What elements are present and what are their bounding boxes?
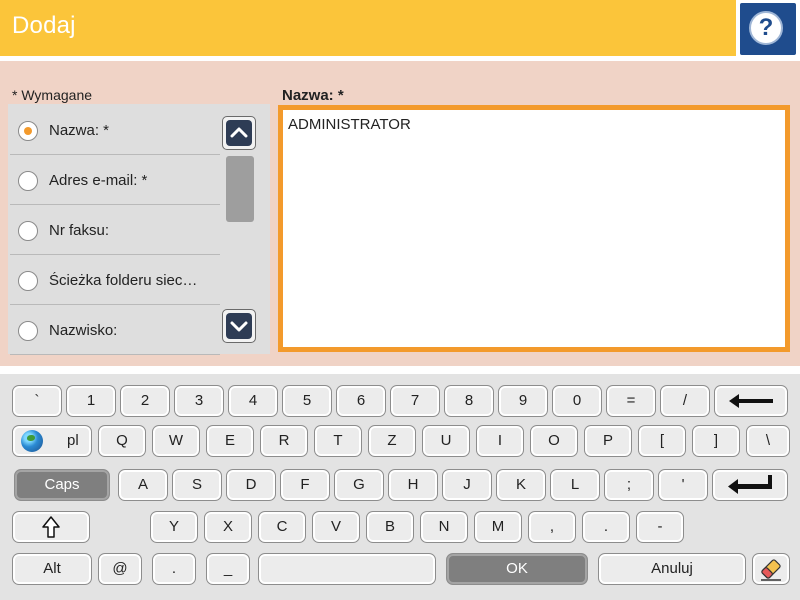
key-7[interactable]: 7 <box>390 385 440 417</box>
scroll-down-button[interactable] <box>222 309 256 343</box>
backspace-arrow-icon <box>729 394 773 408</box>
key-y[interactable]: Y <box>150 511 198 543</box>
scrollbar-thumb[interactable] <box>226 156 254 222</box>
key-dot[interactable]: . <box>152 553 196 585</box>
key-o[interactable]: O <box>530 425 578 457</box>
key-right-bracket[interactable]: ] <box>692 425 740 457</box>
key-3[interactable]: 3 <box>174 385 224 417</box>
key-u[interactable]: U <box>422 425 470 457</box>
key-p[interactable]: P <box>584 425 632 457</box>
key-v[interactable]: V <box>312 511 360 543</box>
key-9[interactable]: 9 <box>498 385 548 417</box>
key-minus[interactable]: - <box>636 511 684 543</box>
radio[interactable] <box>18 221 38 241</box>
enter-arrow-icon <box>728 475 772 494</box>
key-2[interactable]: 2 <box>120 385 170 417</box>
key-l[interactable]: L <box>550 469 600 501</box>
key-comma[interactable]: , <box>528 511 576 543</box>
field-item-label: Ścieżka folderu siec… <box>49 272 198 289</box>
key-4[interactable]: 4 <box>228 385 278 417</box>
required-note: * Wymagane <box>12 87 93 103</box>
eraser-icon <box>761 559 781 581</box>
key-5[interactable]: 5 <box>282 385 332 417</box>
field-item-folder-path[interactable]: Ścieżka folderu siec… <box>10 256 220 305</box>
key-period[interactable]: . <box>582 511 630 543</box>
key-apostrophe[interactable]: ' <box>658 469 708 501</box>
key-equals[interactable]: = <box>606 385 656 417</box>
radio[interactable] <box>18 321 38 341</box>
radio-selected[interactable] <box>18 121 38 141</box>
key-at[interactable]: @ <box>98 553 142 585</box>
field-item-surname[interactable]: Nazwisko: <box>10 306 220 355</box>
ok-button[interactable]: OK <box>446 553 588 585</box>
chevron-up-icon <box>230 127 248 138</box>
field-label: Nazwa: * <box>282 87 344 104</box>
key-b[interactable]: B <box>366 511 414 543</box>
key-semicolon[interactable]: ; <box>604 469 654 501</box>
caps-key[interactable]: Caps <box>14 469 110 501</box>
key-left-bracket[interactable]: [ <box>638 425 686 457</box>
key-m[interactable]: M <box>474 511 522 543</box>
field-item-email[interactable]: Adres e-mail: * <box>10 156 220 205</box>
key-j[interactable]: J <box>442 469 492 501</box>
language-label: pl <box>67 432 79 449</box>
key-e[interactable]: E <box>206 425 254 457</box>
key-a[interactable]: A <box>118 469 168 501</box>
key-6[interactable]: 6 <box>336 385 386 417</box>
field-item-label: Nazwisko: <box>49 322 118 339</box>
enter-key[interactable] <box>712 469 788 501</box>
key-0[interactable]: 0 <box>552 385 602 417</box>
key-w[interactable]: W <box>152 425 200 457</box>
key-g[interactable]: G <box>334 469 384 501</box>
key-q[interactable]: Q <box>98 425 146 457</box>
key-r[interactable]: R <box>260 425 308 457</box>
key-n[interactable]: N <box>420 511 468 543</box>
key-d[interactable]: D <box>226 469 276 501</box>
language-key[interactable]: pl <box>12 425 92 457</box>
help-button[interactable]: ? <box>740 3 796 55</box>
key-f[interactable]: F <box>280 469 330 501</box>
space-key[interactable] <box>258 553 436 585</box>
name-input-value: ADMINISTRATOR <box>288 116 411 133</box>
cancel-button[interactable]: Anuluj <box>598 553 746 585</box>
key-c[interactable]: C <box>258 511 306 543</box>
key-1[interactable]: 1 <box>66 385 116 417</box>
page-title: Dodaj <box>12 12 76 39</box>
scroll-up-button[interactable] <box>222 116 256 150</box>
name-input[interactable]: ADMINISTRATOR <box>278 105 790 352</box>
field-item-label: Adres e-mail: * <box>49 172 148 189</box>
key-s[interactable]: S <box>172 469 222 501</box>
key-k[interactable]: K <box>496 469 546 501</box>
field-item-label: Nr faksu: <box>49 222 110 239</box>
key-8[interactable]: 8 <box>444 385 494 417</box>
key-t[interactable]: T <box>314 425 362 457</box>
chevron-down-icon <box>230 321 248 332</box>
radio[interactable] <box>18 171 38 191</box>
radio[interactable] <box>18 271 38 291</box>
key-backslash[interactable]: \ <box>746 425 790 457</box>
key-slash[interactable]: / <box>660 385 710 417</box>
key-backtick[interactable]: ` <box>12 385 62 417</box>
key-i[interactable]: I <box>476 425 524 457</box>
backspace-key[interactable] <box>714 385 788 417</box>
on-screen-keyboard: ` 1 2 3 4 5 6 7 8 9 0 = / pl Q W E R T Z… <box>0 374 800 600</box>
alt-key[interactable]: Alt <box>12 553 92 585</box>
globe-icon <box>21 430 43 452</box>
shift-key[interactable] <box>12 511 90 543</box>
field-item-label: Nazwa: * <box>49 122 110 139</box>
field-item-fax[interactable]: Nr faksu: <box>10 206 220 255</box>
key-underscore[interactable]: _ <box>206 553 250 585</box>
key-x[interactable]: X <box>204 511 252 543</box>
title-bar: Dodaj <box>0 0 736 56</box>
field-item-nazwa[interactable]: Nazwa: * <box>10 106 220 155</box>
clear-button[interactable] <box>752 553 790 585</box>
help-icon: ? <box>749 11 783 45</box>
key-z[interactable]: Z <box>368 425 416 457</box>
shift-arrow-icon <box>42 516 60 538</box>
key-h[interactable]: H <box>388 469 438 501</box>
